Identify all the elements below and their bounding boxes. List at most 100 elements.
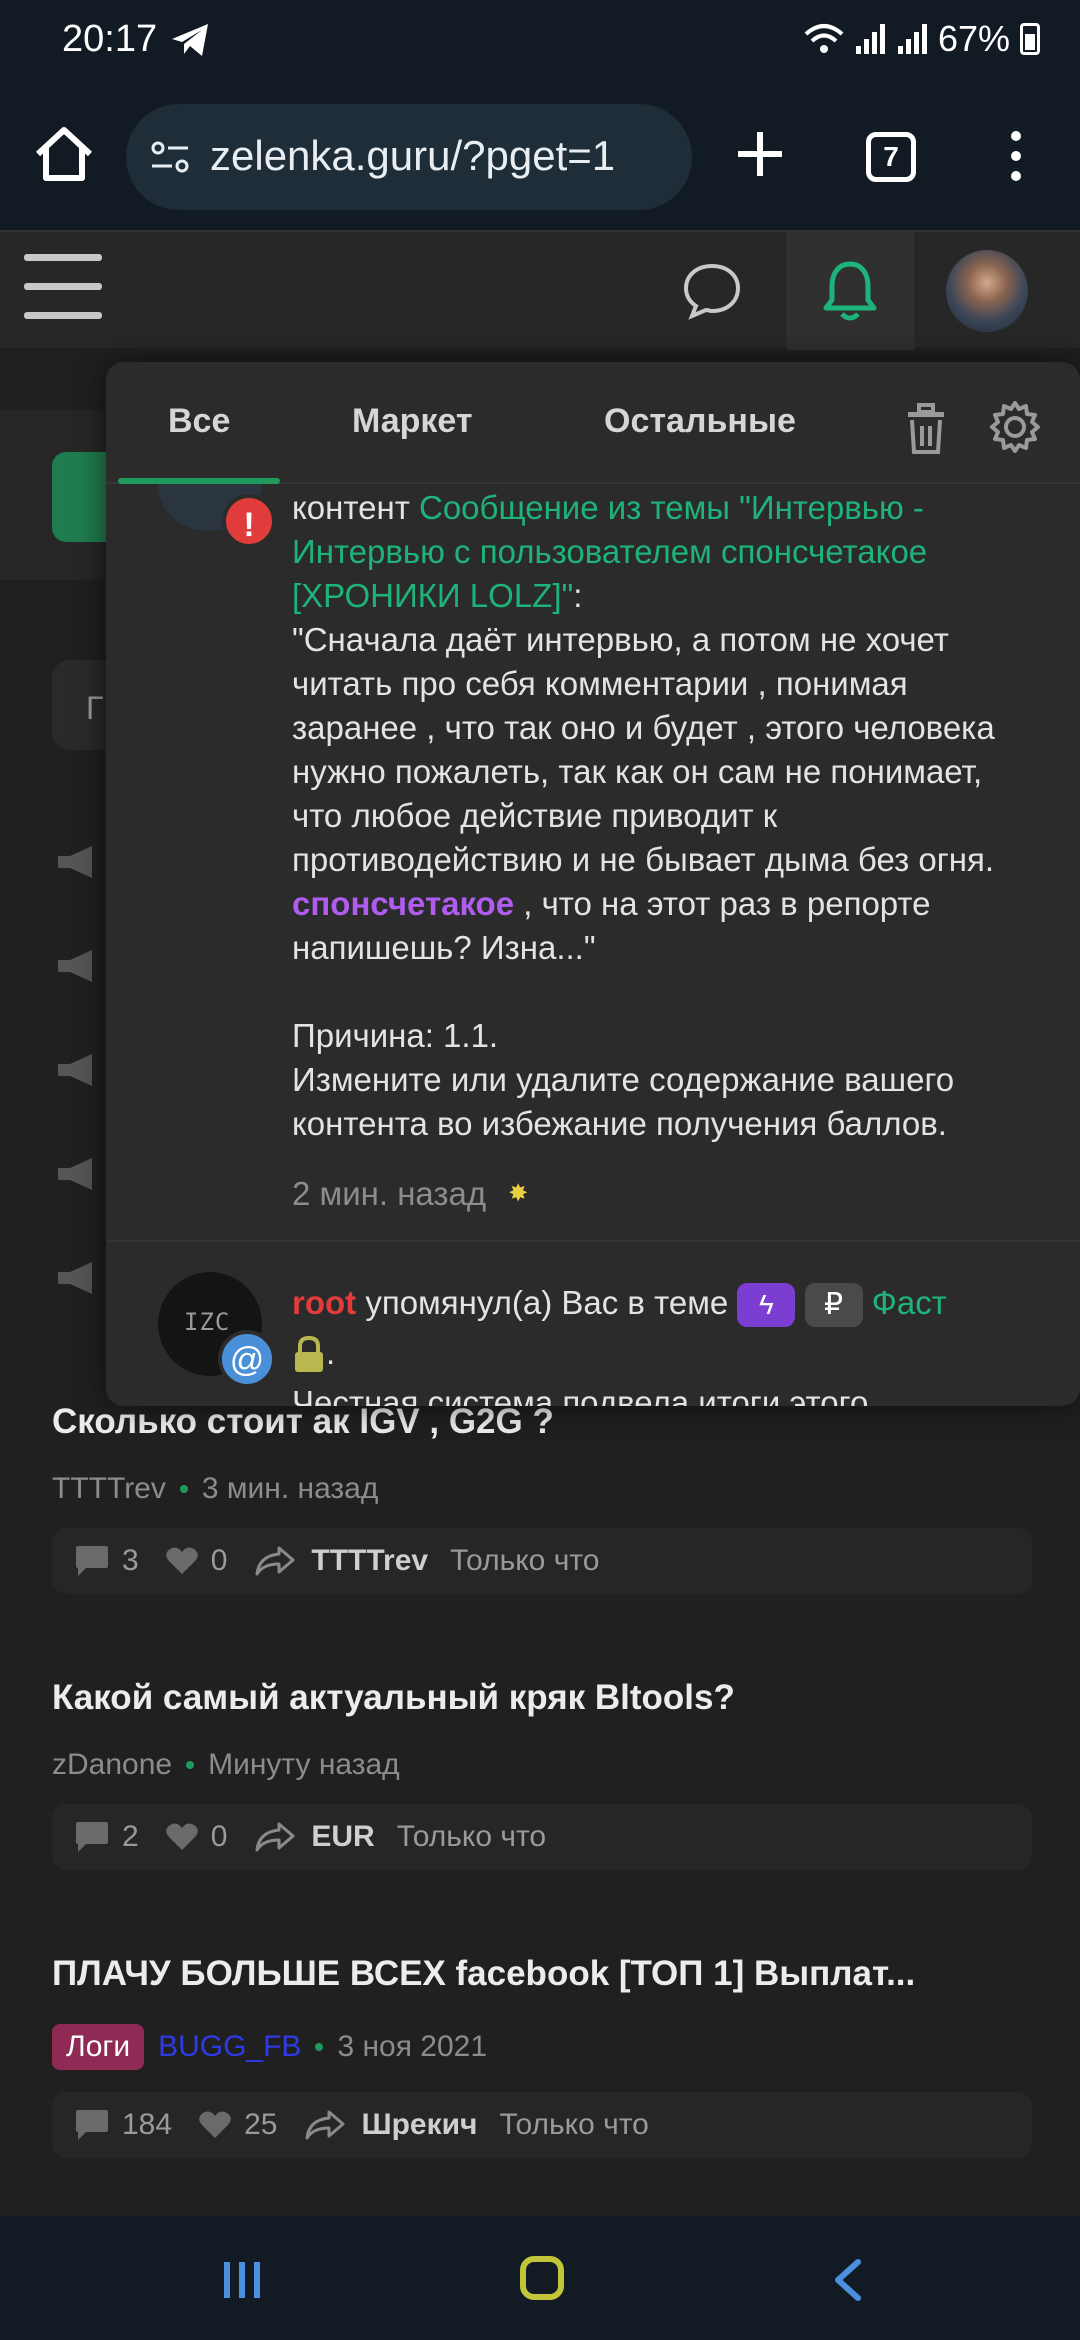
recent-apps-icon[interactable]: [222, 2260, 262, 2300]
comment-icon: [76, 1822, 108, 1852]
sparkle-icon: ✸: [508, 1180, 529, 1207]
thread-meta: TTTTrev 3 мин. назад: [52, 1472, 1032, 1506]
wifi-icon: [804, 24, 844, 53]
notification-time: 2 мин. назад ✸: [292, 1172, 1032, 1216]
comment-icon: [76, 1546, 108, 1576]
notification-item[interactable]: ! контент Сообщение из темы "Интервью - …: [106, 484, 1080, 1240]
bell-icon: [823, 261, 877, 321]
notification-text: упомянул(а) Вас в теме: [356, 1284, 738, 1321]
last-post-time: Только что: [396, 1820, 547, 1853]
like-count: 0: [210, 1820, 228, 1853]
telegram-icon: [172, 24, 208, 56]
thread-item[interactable]: ПЛАЧУ БОЛЬШЕ ВСЕХ facebook [ТОП 1] Выпла…: [52, 1954, 1032, 2158]
like-count: 0: [210, 1544, 228, 1577]
separator-dot: [179, 1485, 188, 1493]
chat-icon[interactable]: [680, 260, 744, 320]
thread-time: 3 мин. назад: [201, 1472, 379, 1505]
last-post-time: Только что: [499, 2108, 649, 2141]
notifications-button[interactable]: [786, 232, 914, 350]
reply-count: 184: [122, 2108, 173, 2141]
share-arrow-icon: [255, 1546, 295, 1576]
heart-icon: [165, 1547, 198, 1574]
battery-percent: 67%: [937, 18, 1010, 59]
notification-tabs: Все Маркет Остальные: [106, 362, 1080, 484]
reply-count: 2: [122, 1820, 139, 1853]
address-bar[interactable]: zelenka.guru/?pget=1: [126, 104, 692, 210]
status-bar: 20:17 67%: [0, 0, 1080, 80]
thread-meta: zDanone Минуту назад: [52, 1748, 1032, 1782]
notification-user[interactable]: root: [292, 1284, 356, 1321]
site-settings-icon[interactable]: [150, 140, 190, 174]
thread-item[interactable]: Сколько стоит ак IGV , G2G ? TTTTrev 3 м…: [52, 1402, 1032, 1594]
more-menu-icon[interactable]: [1004, 126, 1028, 186]
thread-title[interactable]: ПЛАЧУ БОЛЬШЕ ВСЕХ facebook [ТОП 1] Выпла…: [52, 1954, 1032, 1994]
thread-author[interactable]: TTTTrev: [52, 1472, 166, 1506]
trash-icon[interactable]: [902, 402, 950, 456]
separator-dot: [315, 2043, 324, 2051]
thread-author[interactable]: BUGG_FB: [158, 2030, 301, 2064]
last-poster[interactable]: EUR: [311, 1820, 374, 1854]
notification-preview: Честная система подвела итоги этого: [292, 1384, 869, 1406]
thread-stats: 2 0 EUR Только что: [52, 1804, 1032, 1870]
home-nav-icon[interactable]: [520, 2256, 564, 2300]
status-indicators: 67%: [804, 18, 1040, 60]
share-arrow-icon: [305, 2110, 345, 2140]
status-time: 20:17: [62, 18, 158, 60]
warning-reason-text: Измените или удалите содержание вашего к…: [292, 1061, 955, 1142]
tab-market[interactable]: Маркет: [352, 402, 473, 441]
share-arrow-icon: [255, 1822, 295, 1852]
last-poster[interactable]: Шрекич: [361, 2108, 477, 2142]
colon: :: [573, 577, 583, 614]
last-poster[interactable]: TTTTrev: [311, 1544, 428, 1578]
site-header: [0, 230, 1080, 350]
url-text[interactable]: zelenka.guru/?pget=1: [210, 132, 680, 180]
background-letter: Г: [86, 690, 104, 726]
hamburger-menu-icon[interactable]: [24, 254, 102, 324]
mentioned-user[interactable]: спонсчетакое: [292, 885, 514, 922]
reply-count: 3: [122, 1544, 139, 1577]
megaphone-icon: [58, 846, 92, 878]
thread-title[interactable]: Сколько стоит ак IGV , G2G ?: [52, 1402, 1032, 1442]
warning-reason: Причина: 1.1.: [292, 1017, 499, 1054]
battery-icon: [1020, 23, 1040, 55]
tab-other[interactable]: Остальные: [604, 402, 796, 441]
avatar-logo-text: IZC: [184, 1308, 231, 1336]
user-avatar[interactable]: [946, 250, 1028, 332]
megaphone-icon: [58, 1262, 92, 1294]
browser-toolbar: zelenka.guru/?pget=1 7: [0, 80, 1080, 230]
megaphone-icon: [58, 1158, 92, 1190]
signal-icon-2: [897, 24, 927, 54]
notification-item[interactable]: IZC @ root упомянул(а) Вас в теме ϟ ₽ Фа…: [106, 1242, 1080, 1406]
comment-icon: [76, 2110, 108, 2140]
like-count: 25: [244, 2108, 278, 2141]
thread-title[interactable]: Какой самый актуальный кряк Bltools?: [52, 1678, 1032, 1718]
separator-dot: [186, 1761, 195, 1769]
notification-lead: контент: [292, 489, 419, 526]
lock-icon: [295, 1336, 323, 1373]
thread-meta: Логи BUGG_FB 3 ноя 2021: [52, 2024, 1032, 2070]
lightning-prefix-icon: ϟ: [737, 1283, 796, 1328]
thread-item[interactable]: Какой самый актуальный кряк Bltools? zDa…: [52, 1678, 1032, 1870]
megaphone-icon: [58, 1054, 92, 1086]
tab-all[interactable]: Все: [168, 402, 230, 441]
thread-stats: 184 25 Шрекич Только что: [52, 2092, 1032, 2158]
tab-switcher-button[interactable]: 7: [866, 132, 916, 182]
thread-prefix-badge[interactable]: Логи: [52, 2024, 145, 2070]
heart-icon: [199, 2111, 231, 2138]
system-navigation-bar: [0, 2216, 1080, 2340]
background-green-button: [52, 452, 112, 542]
notification-time-text: 2 мин. назад: [292, 1175, 487, 1212]
home-icon[interactable]: [28, 118, 100, 190]
new-tab-icon[interactable]: [728, 122, 792, 186]
gear-icon[interactable]: [988, 400, 1042, 454]
back-icon[interactable]: [830, 2258, 864, 2302]
megaphone-icon: [58, 950, 92, 982]
thread-time: Минуту назад: [208, 1748, 400, 1781]
thread-link[interactable]: Фаст: [872, 1284, 947, 1321]
signal-icon: [855, 24, 885, 54]
quote-text-a: "Сначала даёт интервью, а потом не хочет…: [292, 621, 995, 878]
last-post-time: Только что: [450, 1544, 600, 1577]
notification-body: root упомянул(а) Вас в теме ϟ ₽ Фаст . Ч…: [292, 1278, 1052, 1406]
thread-author[interactable]: zDanone: [52, 1748, 172, 1782]
heart-icon: [165, 1823, 198, 1850]
